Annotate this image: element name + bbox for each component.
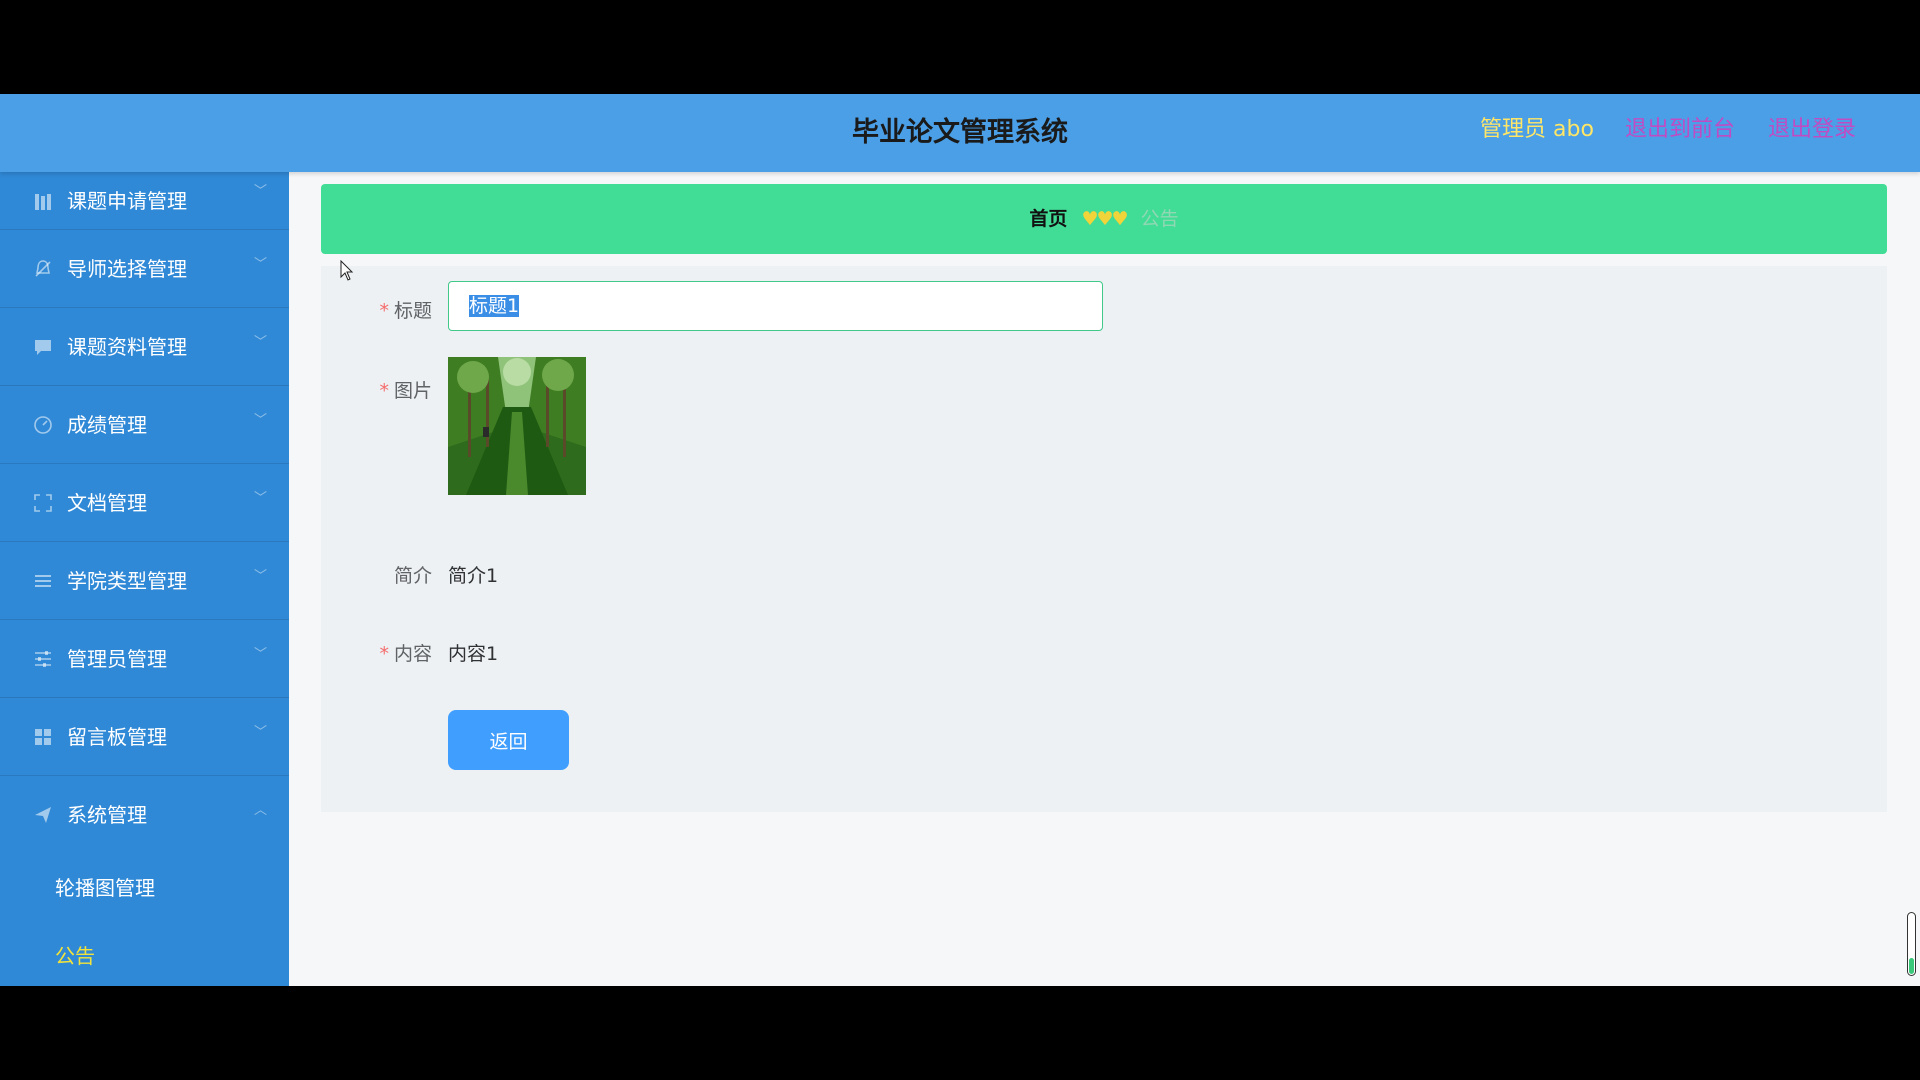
sidebar-item-message-board[interactable]: 留言板管理 ﹀ (0, 698, 289, 776)
announcement-image[interactable] (448, 357, 586, 495)
sliders-icon (35, 650, 51, 667)
sidebar-item-label: 课题资料管理 (67, 335, 187, 359)
sidebar-subitem-announcement[interactable]: 公告 (0, 922, 289, 986)
admin-user-label: 管理员 abo (1480, 117, 1594, 142)
sidebar-item-administrators[interactable]: 管理员管理 ﹀ (0, 620, 289, 698)
app-window: 毕业论文管理系统 管理员 abo 退出到前台 退出登录 课题申请管理 ﹀ 导师选… (0, 94, 1920, 986)
sidebar-subitem-carousel[interactable]: 轮播图管理 (0, 854, 289, 922)
breadcrumb-home[interactable]: 首页 (1029, 208, 1067, 230)
chevron-down-icon: ﹀ (253, 335, 267, 350)
breadcrumb-current: 公告 (1140, 208, 1179, 230)
sidebar-item-label: 文档管理 (67, 491, 147, 515)
chevron-down-icon: ﹀ (253, 257, 267, 272)
sidebar-item-grades[interactable]: 成绩管理 ﹀ (0, 386, 289, 464)
chevron-down-icon: ﹀ (253, 491, 267, 506)
mouse-cursor-icon (340, 260, 354, 281)
grid-icon (35, 728, 51, 745)
chevron-down-icon: ﹀ (253, 725, 267, 740)
summary-value: 简介1 (448, 565, 499, 587)
required-mark: * (379, 643, 389, 665)
exit-to-frontend-link[interactable]: 退出到前台 (1625, 94, 1735, 172)
top-header: 毕业论文管理系统 管理员 abo 退出到前台 退出登录 (0, 94, 1920, 172)
sidebar-item-label: 成绩管理 (67, 413, 147, 437)
sidebar-menu: 课题申请管理 ﹀ 导师选择管理 ﹀ 课题资料管理 ﹀ 成绩管理 ﹀ 文档管理 ﹀… (0, 172, 289, 986)
scroll-indicator[interactable] (1907, 912, 1916, 976)
summary-label: 简介 (393, 565, 432, 587)
content-label: * 内容 (379, 643, 432, 665)
chevron-down-icon: ﹀ (253, 184, 267, 199)
sidebar-item-label: 学院类型管理 (67, 569, 187, 593)
sidebar-item-label: 留言板管理 (67, 725, 167, 749)
image-label: * 图片 (379, 380, 432, 402)
chevron-down-icon: ﹀ (253, 413, 267, 428)
content-value: 内容1 (448, 643, 499, 665)
required-mark: * (379, 380, 389, 402)
chevron-up-icon: ︿ (253, 803, 267, 818)
sidebar-item-label: 系统管理 (67, 803, 147, 827)
send-icon (35, 807, 51, 823)
sidebar-item-topic-application[interactable]: 课题申请管理 ﹀ (0, 172, 289, 230)
books-icon (35, 194, 51, 210)
title-label: * 标题 (379, 300, 432, 322)
chevron-down-icon: ﹀ (253, 647, 267, 662)
sidebar-item-label: 管理员管理 (67, 647, 167, 671)
list-icon (35, 574, 51, 587)
required-mark: * (379, 300, 389, 322)
chat-icon (35, 339, 51, 355)
fullscreen-icon (34, 493, 52, 512)
scroll-indicator-fill (1909, 958, 1914, 974)
breadcrumb: 首页 ♥♥♥ 公告 (321, 184, 1887, 254)
bell-icon (35, 259, 51, 277)
gauge-icon (34, 415, 52, 434)
back-button[interactable]: 返回 (448, 710, 569, 770)
detail-form: * 标题 标题1 * 图片 简介 简介1 * 内容 内容1 返回 (321, 266, 1887, 812)
sidebar-item-college-types[interactable]: 学院类型管理 ﹀ (0, 542, 289, 620)
tree-lined-path-image (448, 357, 586, 495)
sidebar-item-label: 课题申请管理 (67, 189, 187, 213)
sidebar-item-advisor-selection[interactable]: 导师选择管理 ﹀ (0, 230, 289, 308)
sidebar-item-system[interactable]: 系统管理 ︿ (0, 776, 289, 854)
sidebar-item-label: 导师选择管理 (67, 257, 187, 281)
chevron-down-icon: ﹀ (253, 569, 267, 584)
heart-separator-icon: ♥♥♥ (1081, 208, 1128, 230)
title-input[interactable]: 标题1 (448, 281, 1103, 331)
sidebar-item-documents[interactable]: 文档管理 ﹀ (0, 464, 289, 542)
title-input-value: 标题1 (469, 295, 520, 317)
logout-link[interactable]: 退出登录 (1768, 94, 1856, 172)
sidebar-item-topic-materials[interactable]: 课题资料管理 ﹀ (0, 308, 289, 386)
